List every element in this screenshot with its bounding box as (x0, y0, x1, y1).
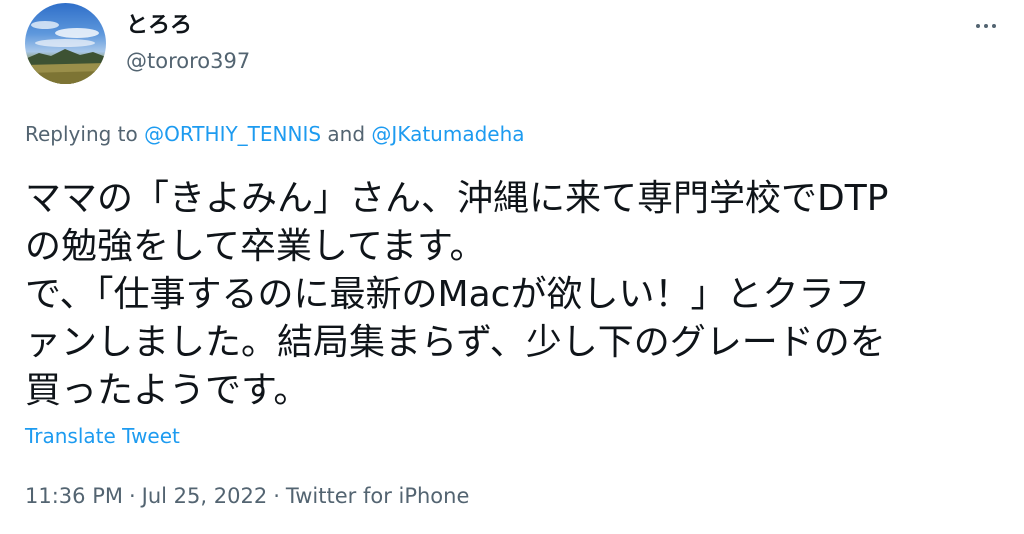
more-horizontal-icon (992, 24, 996, 28)
tweet-date[interactable]: Jul 25, 2022 (142, 484, 268, 508)
tweet-text-line: で、「仕事するのに最新のMacが欲しい！」とクラフ (25, 274, 871, 315)
tweet-text-line: の勉強をして卒業してます。 (25, 226, 486, 267)
display-name[interactable]: とろろ (126, 12, 192, 40)
tweet-meta: 11:36 PM · Jul 25, 2022 · Twitter for iPhone (25, 482, 469, 510)
tweet-time[interactable]: 11:36 PM (25, 484, 123, 508)
meta-separator: · (273, 484, 280, 508)
tweet-text-line: 買ったようです。 (25, 370, 310, 411)
mention-link[interactable]: @ORTHIY_TENNIS (144, 122, 321, 146)
more-options-button[interactable] (968, 14, 1004, 38)
user-handle[interactable]: @tororo397 (126, 47, 250, 75)
tweet-text: ママの「きよみん」さん、沖縄に来て専門学校でDTP の勉強をして卒業してます。 … (25, 175, 1000, 415)
replying-conjunction: and (327, 122, 366, 146)
more-horizontal-icon (976, 24, 980, 28)
tweet-text-line: ァンしました。結局集まらず、少し下のグレードのを (25, 322, 886, 363)
landscape-avatar-icon (25, 21, 106, 84)
avatar[interactable] (25, 3, 106, 84)
translate-tweet-link[interactable]: Translate Tweet (25, 422, 180, 450)
reply-context: Replying to @ORTHIY_TENNIS and @JKatumad… (25, 120, 525, 148)
tweet-source[interactable]: Twitter for iPhone (286, 484, 470, 508)
tweet-text-line: ママの「きよみん」さん、沖縄に来て専門学校でDTP (25, 178, 889, 219)
more-horizontal-icon (984, 24, 988, 28)
meta-separator: · (128, 484, 136, 508)
mention-link[interactable]: @JKatumadeha (371, 122, 524, 146)
replying-prefix: Replying to (25, 122, 138, 146)
